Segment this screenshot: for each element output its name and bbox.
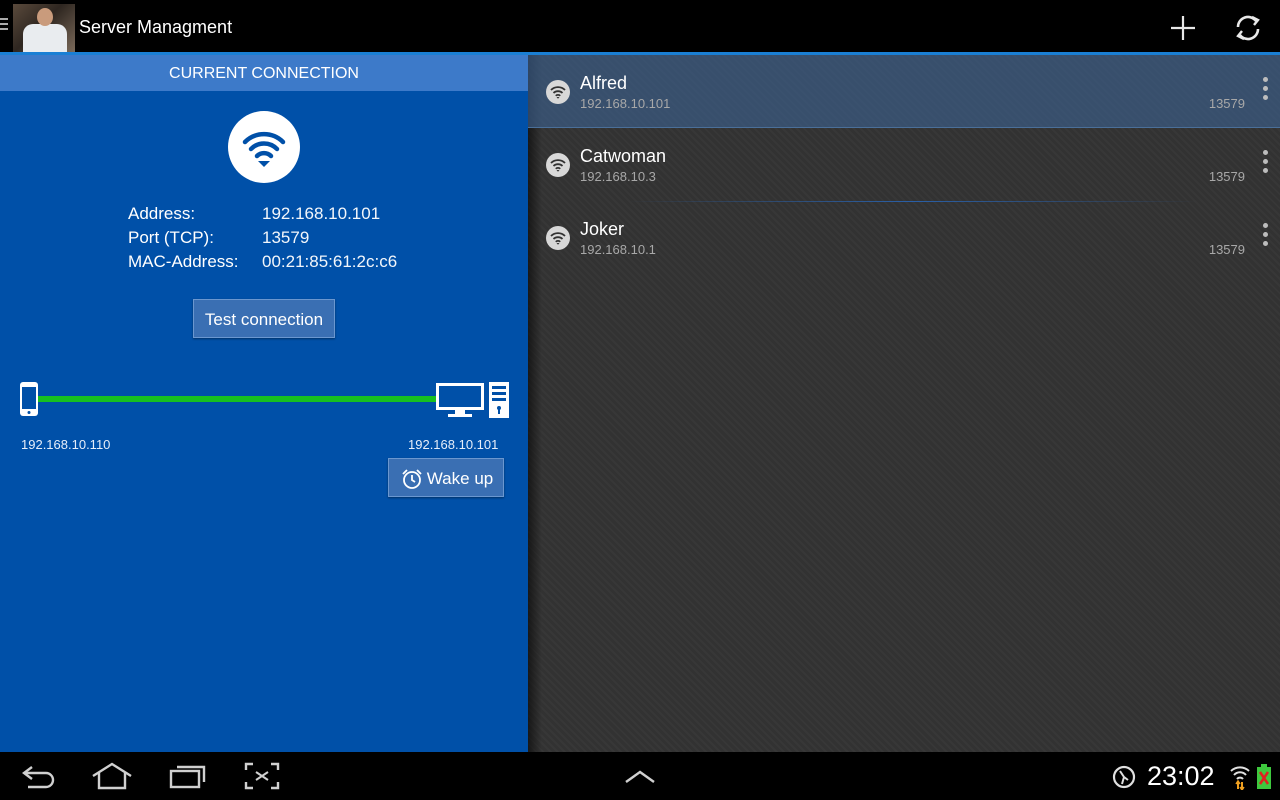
server-port: 13579: [1208, 169, 1245, 184]
wifi-icon: [546, 226, 570, 250]
app-title: Server Managment: [79, 17, 233, 37]
app-icon[interactable]: [13, 4, 75, 52]
screenshot-icon[interactable]: [244, 762, 280, 790]
menu-icon[interactable]: [0, 18, 10, 34]
monitor-icon: [436, 383, 484, 417]
panel-header: CURRENT CONNECTION: [0, 55, 528, 91]
address-value: 192.168.10.101: [262, 204, 381, 223]
wake-up-label: Wake up: [426, 469, 494, 488]
list-item[interactable]: Alfred 192.168.10.101 13579: [528, 55, 1280, 128]
wifi-icon: [228, 111, 300, 183]
overflow-menu-icon[interactable]: [1260, 77, 1270, 107]
refresh-button[interactable]: [1228, 8, 1268, 48]
server-port: 13579: [1208, 242, 1245, 257]
gps-icon: [1112, 765, 1136, 789]
up-arrow-icon[interactable]: [622, 762, 658, 790]
wifi-icon: [546, 80, 570, 104]
add-server-button[interactable]: [1163, 8, 1203, 48]
recent-apps-icon[interactable]: [168, 762, 208, 790]
back-icon[interactable]: [20, 762, 58, 790]
port-label: Port (TCP):: [128, 228, 214, 247]
list-item[interactable]: Catwoman 192.168.10.3 13579: [528, 128, 1280, 201]
mac-value: 00:21:85:61:2c:c6: [262, 252, 398, 271]
current-connection-panel: CURRENT CONNECTION Address: 192.168.10.1…: [0, 55, 528, 752]
refresh-icon: [1236, 15, 1260, 41]
tower-icon: [489, 382, 509, 418]
port-value: 13579: [262, 228, 310, 247]
server-ip: 192.168.10.101: [580, 96, 671, 111]
system-bar: 23:02: [0, 752, 1280, 800]
test-connection-button[interactable]: Test connection: [193, 299, 335, 338]
local-ip: 192.168.10.110: [21, 437, 111, 452]
list-item[interactable]: Joker 192.168.10.1 13579: [528, 201, 1280, 274]
wake-up-button[interactable]: Wake up: [388, 458, 504, 497]
address-label: Address:: [128, 204, 196, 223]
server-port: 13579: [1208, 96, 1245, 111]
mac-label: MAC-Address:: [128, 252, 239, 271]
battery-icon: [1257, 764, 1271, 789]
overflow-menu-icon[interactable]: [1260, 150, 1270, 180]
add-icon: [1171, 16, 1195, 40]
remote-ip: 192.168.10.101: [408, 437, 499, 452]
phone-icon: [20, 382, 38, 416]
action-bar: Server Managment: [0, 0, 1280, 55]
server-name: Joker: [580, 219, 625, 239]
wifi-icon: [546, 153, 570, 177]
server-name: Catwoman: [580, 146, 667, 166]
server-ip: 192.168.10.3: [580, 169, 656, 184]
overflow-menu-icon[interactable]: [1260, 223, 1270, 253]
server-list: Alfred 192.168.10.101 13579 Catwoman 192…: [528, 55, 1280, 752]
alarm-clock-icon: [402, 469, 422, 489]
clock: 23:02: [1147, 761, 1215, 791]
server-ip: 192.168.10.1: [580, 242, 656, 257]
server-name: Alfred: [580, 73, 628, 93]
home-icon[interactable]: [91, 762, 133, 790]
connection-link-line: [38, 396, 436, 402]
signal-icon: [1230, 766, 1250, 790]
